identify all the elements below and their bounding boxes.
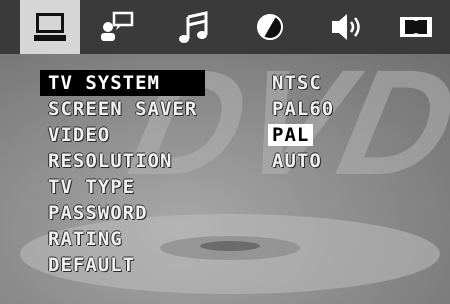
setup-menu: TV SYSTEM SCREEN SAVER VIDEO RESOLUTION TV T…	[40, 70, 206, 278]
color-circle-icon	[257, 14, 283, 40]
menu-item[interactable]: PASSWORD	[40, 200, 205, 226]
menu-item[interactable]: DEFAULT	[40, 252, 205, 278]
menu-item[interactable]: RATING	[40, 226, 205, 252]
option-item[interactable]: AUTO	[266, 148, 340, 174]
monitor-icon	[34, 13, 66, 41]
option-list: NTSC PAL60 PAL AUTO	[266, 70, 340, 174]
menu-tab-bar	[0, 0, 450, 54]
tab-dolby-setup[interactable]	[386, 0, 446, 54]
setup-screen: DVD TV SYSTEM SCREEN SAVER VIDEO RESOLUTION…	[0, 54, 450, 304]
music-note-icon	[179, 11, 208, 43]
tab-video-setup[interactable]	[240, 0, 300, 54]
menu-item[interactable]: RESOLUTION	[40, 148, 205, 174]
tab-audio-setup[interactable]	[164, 0, 224, 54]
menu-item[interactable]: VIDEO	[40, 122, 205, 148]
tab-speaker-setup[interactable]	[316, 0, 376, 54]
speaker-icon	[332, 14, 360, 40]
option-item[interactable]: NTSC	[266, 70, 340, 96]
menu-item[interactable]: TV TYPE	[40, 174, 205, 200]
tab-system-setup[interactable]	[20, 0, 80, 54]
option-item[interactable]: PAL60	[266, 96, 340, 122]
tab-language-setup[interactable]	[86, 0, 146, 54]
option-item[interactable]: PAL	[266, 122, 340, 148]
menu-item[interactable]: TV SYSTEM	[40, 70, 206, 96]
person-speech-icon	[101, 11, 134, 41]
menu-item[interactable]: SCREEN SAVER	[40, 96, 205, 122]
dolby-icon	[400, 17, 432, 37]
